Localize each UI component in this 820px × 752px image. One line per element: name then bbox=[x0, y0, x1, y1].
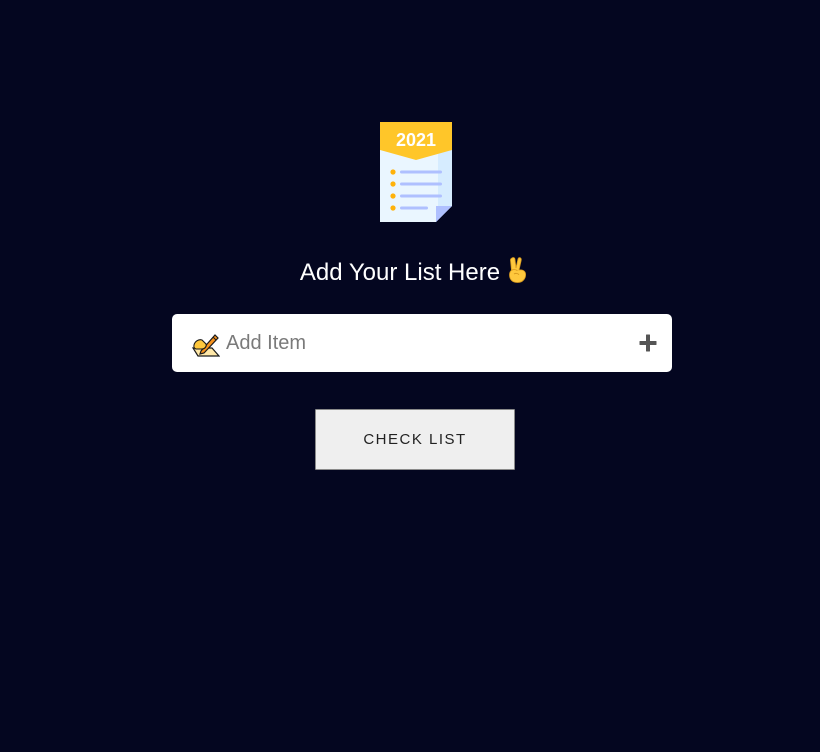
checklist-document-icon: 2021 bbox=[380, 122, 452, 222]
plus-icon[interactable] bbox=[634, 329, 662, 357]
page: 2021 Add Your List Here Add Item CHECK L… bbox=[0, 0, 820, 752]
add-item-input[interactable] bbox=[226, 324, 626, 362]
page-heading: Add Your List Here bbox=[0, 256, 820, 289]
victory-hand-icon bbox=[509, 257, 527, 283]
writing-hand-icon bbox=[192, 334, 220, 357]
heading-text: Add Your List Here bbox=[299, 259, 501, 286]
add-item-field-container bbox=[172, 314, 672, 372]
check-list-button[interactable]: CHECK LIST bbox=[315, 409, 515, 470]
logo-year: 2021 bbox=[396, 130, 436, 150]
